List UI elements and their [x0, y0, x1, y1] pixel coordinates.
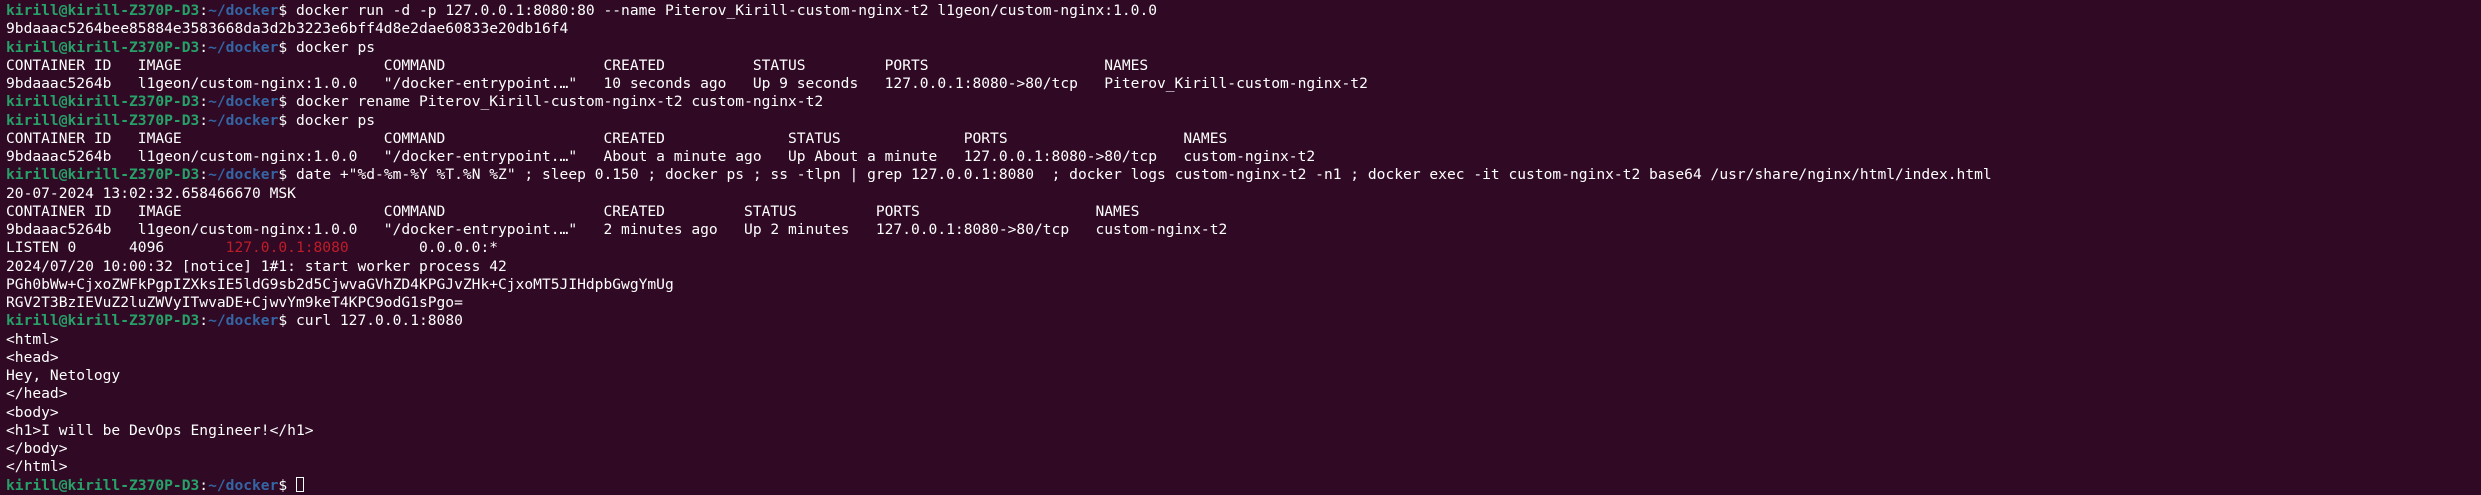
- prompt-user-host: kirill@kirill-Z370P-D3: [6, 111, 200, 129]
- output-line: </head>: [6, 385, 68, 403]
- prompt-path: ~/docker: [208, 166, 279, 184]
- text-cursor[interactable]: [295, 476, 304, 492]
- prompt-path: ~/docker: [208, 111, 279, 129]
- output-line: LISTEN 0 4096 127.0.0.1:8080 0.0.0.0:*: [6, 239, 2481, 257]
- output-text: 0.0.0.0:*: [348, 239, 499, 257]
- prompt-line: kirill@kirill-Z370P-D3:~/docker$ docker …: [6, 112, 2481, 130]
- output-line: CONTAINER ID IMAGE COMMAND CREATED STATU…: [6, 56, 1149, 74]
- output-line: 2024/07/20 10:00:32 [notice] 1#1: start …: [6, 257, 507, 275]
- output-line: CONTAINER ID IMAGE COMMAND CREATED STATU…: [6, 129, 1228, 147]
- command-text: curl 127.0.0.1:8080: [295, 312, 463, 330]
- output-line: 9bdaaac5264b l1geon/custom-nginx:1.0.0 "…: [6, 75, 1368, 92]
- prompt-symbol: $: [278, 312, 296, 330]
- prompt-separator: :: [199, 111, 209, 129]
- command-text: docker rename Piterov_Kirill-custom-ngin…: [295, 93, 824, 111]
- prompt-line: kirill@kirill-Z370P-D3:~/docker$: [6, 476, 2481, 495]
- prompt-separator: :: [199, 166, 209, 184]
- prompt-line: kirill@kirill-Z370P-D3:~/docker$ docker …: [6, 39, 2481, 57]
- prompt-symbol: $: [278, 2, 296, 19]
- prompt-path: ~/docker: [208, 93, 279, 111]
- command-text: docker run -d -p 127.0.0.1:8080:80 --nam…: [295, 2, 1158, 19]
- output-text: LISTEN 0 4096: [6, 239, 226, 257]
- prompt-symbol: $: [278, 166, 296, 184]
- output-line: <head>: [6, 348, 59, 366]
- output-line: <h1>I will be DevOps Engineer!</h1>: [6, 421, 314, 439]
- output-line: PGh0bWw+CjxoZWFkPgpIZXksIE5ldG9sb2d5Cjwv…: [6, 275, 674, 293]
- prompt-user-host: kirill@kirill-Z370P-D3: [6, 2, 200, 19]
- command-text: docker ps: [295, 111, 376, 129]
- output-line: 9bdaaac5264b l1geon/custom-nginx:1.0.0 "…: [6, 148, 1316, 165]
- output-line: 9bdaaac5264b l1geon/custom-nginx:1.0.0 "…: [6, 221, 1228, 238]
- prompt-line: kirill@kirill-Z370P-D3:~/docker$ docker …: [6, 93, 2481, 111]
- prompt-user-host: kirill@kirill-Z370P-D3: [6, 38, 200, 56]
- prompt-user-host: kirill@kirill-Z370P-D3: [6, 93, 200, 111]
- command-text: date +"%d-%m-%Y %T.%N %Z" ; sleep 0.150 …: [295, 166, 1992, 184]
- prompt-line: kirill@kirill-Z370P-D3:~/docker$ curl 12…: [6, 312, 2481, 330]
- prompt-separator: :: [199, 38, 209, 56]
- output-line: 20-07-2024 13:02:32.658466670 MSK: [6, 184, 296, 202]
- prompt-user-host: kirill@kirill-Z370P-D3: [6, 476, 200, 494]
- output-line: CONTAINER ID IMAGE COMMAND CREATED STATU…: [6, 202, 1140, 220]
- prompt-symbol: $: [278, 38, 296, 56]
- prompt-symbol: $: [278, 111, 296, 129]
- prompt-path: ~/docker: [208, 38, 279, 56]
- prompt-path: ~/docker: [208, 476, 279, 494]
- prompt-user-host: kirill@kirill-Z370P-D3: [6, 312, 200, 330]
- command-text: docker ps: [295, 38, 376, 56]
- grep-match-highlight: 127.0.0.1:8080: [225, 239, 349, 257]
- prompt-separator: :: [199, 312, 209, 330]
- prompt-line: kirill@kirill-Z370P-D3:~/docker$ date +"…: [6, 166, 2481, 184]
- prompt-separator: :: [199, 2, 209, 19]
- prompt-path: ~/docker: [208, 2, 279, 19]
- output-line: Hey, Netology: [6, 367, 121, 384]
- output-line: 9bdaaac5264bee85884e3583668da3d2b3223e6b…: [6, 20, 569, 38]
- prompt-path: ~/docker: [208, 312, 279, 330]
- output-line: </html>: [6, 458, 68, 476]
- prompt-separator: :: [199, 93, 209, 111]
- prompt-symbol: $: [278, 476, 296, 494]
- prompt-symbol: $: [278, 93, 296, 111]
- output-line: RGV2T3BzIEVuZ2luZWVyITwvaDE+CjwvYm9keT4K…: [6, 294, 463, 311]
- terminal-window[interactable]: kirill@kirill-Z370P-D3:~/docker$ docker …: [0, 0, 2481, 495]
- output-line: <html>: [6, 330, 59, 348]
- prompt-separator: :: [199, 476, 209, 494]
- prompt-user-host: kirill@kirill-Z370P-D3: [6, 166, 200, 184]
- output-line: <body>: [6, 403, 59, 421]
- prompt-line: kirill@kirill-Z370P-D3:~/docker$ docker …: [6, 2, 2481, 20]
- output-line: </body>: [6, 440, 68, 457]
